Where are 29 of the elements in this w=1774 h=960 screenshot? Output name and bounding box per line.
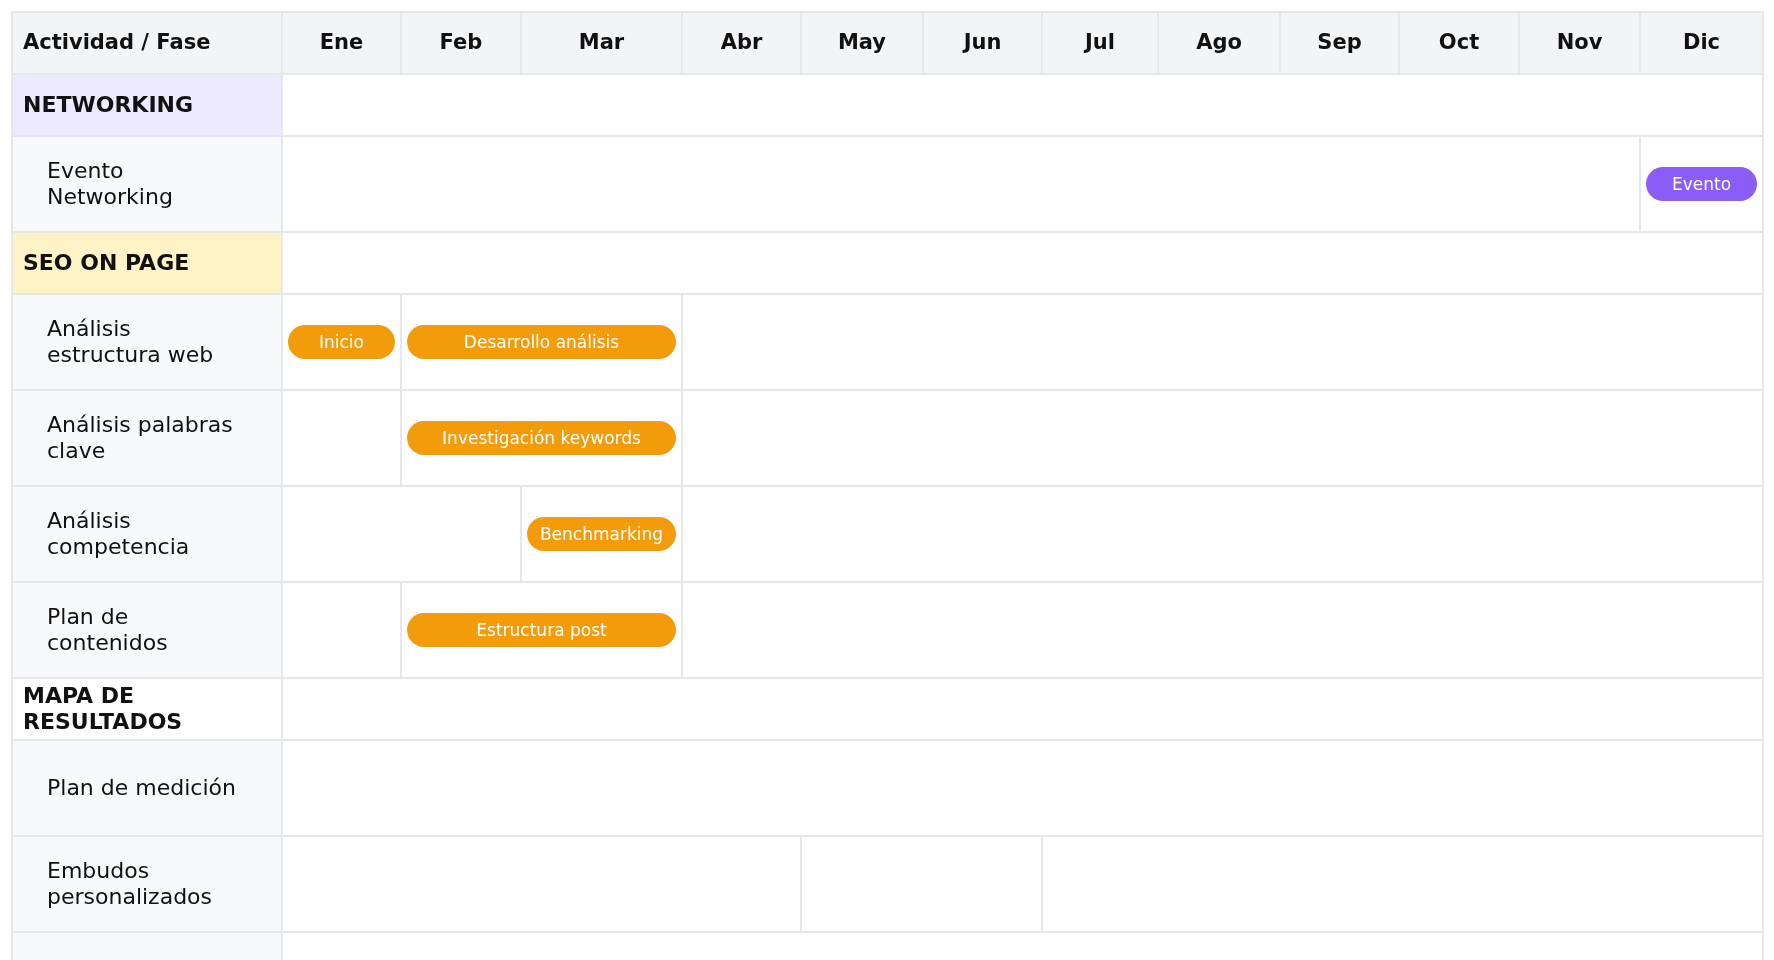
phase-heading: NETWORKING bbox=[12, 74, 282, 136]
activity-label: Plan de contenidos bbox=[12, 582, 282, 678]
phase-heading: SEO ON PAGE bbox=[12, 232, 282, 294]
month-header: Jun bbox=[923, 12, 1042, 74]
activity-label: Análisis estructura web bbox=[12, 294, 282, 390]
timeline-bar: Estructura post bbox=[407, 613, 676, 647]
month-header: Jul bbox=[1042, 12, 1158, 74]
activity-label: Análisis palabras clave bbox=[12, 390, 282, 486]
month-header: Ago bbox=[1158, 12, 1280, 74]
timeline-bar: Investigación keywords bbox=[407, 421, 676, 455]
month-header: Mar bbox=[521, 12, 682, 74]
month-header: May bbox=[801, 12, 923, 74]
timeline-bar: Evento bbox=[1646, 167, 1757, 201]
column-header: Actividad / Fase bbox=[12, 12, 282, 74]
month-header: Dic bbox=[1640, 12, 1763, 74]
month-header: Ene bbox=[282, 12, 401, 74]
month-header: Oct bbox=[1399, 12, 1519, 74]
timeline-bar: Desarrollo análisis bbox=[407, 325, 676, 359]
activity-label: Plan de medición bbox=[12, 740, 282, 836]
month-header: Feb bbox=[401, 12, 521, 74]
activity-label: Evento Networking bbox=[12, 136, 282, 232]
activity-label: Embudos personalizados bbox=[12, 836, 282, 932]
activity-label: Análisis competencia bbox=[12, 486, 282, 582]
phase-heading: MAPA DE RESULTADOS bbox=[12, 678, 282, 740]
month-header: Nov bbox=[1519, 12, 1640, 74]
month-header: Sep bbox=[1280, 12, 1399, 74]
timeline-bar: Inicio bbox=[288, 325, 395, 359]
timeline-bar: Benchmarking bbox=[527, 517, 676, 551]
month-header: Abr bbox=[682, 12, 801, 74]
